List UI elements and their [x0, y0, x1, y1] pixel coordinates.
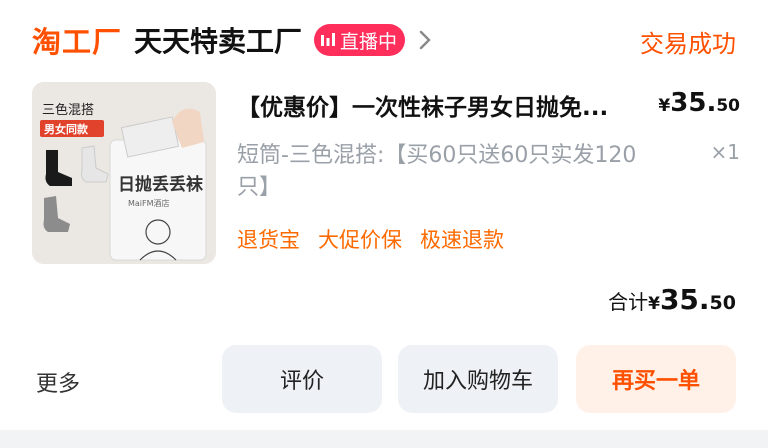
- store-name[interactable]: 天天特卖工厂: [134, 20, 302, 60]
- product-title[interactable]: 【优惠价】一次性袜子男女日抛免...: [237, 88, 657, 122]
- live-bars-icon: [321, 33, 336, 46]
- product-price: ¥35.50: [658, 88, 740, 118]
- service-tag[interactable]: 极速退款: [420, 224, 504, 254]
- product-sku: 短筒-三色混搭:【买60只送60只实发120只】: [237, 143, 637, 200]
- service-tag[interactable]: 退货宝: [237, 224, 300, 254]
- store-header[interactable]: 淘工厂 天天特卖工厂 直播中: [32, 18, 433, 62]
- order-total: 合计 ¥ 35. 50: [608, 283, 736, 316]
- store-brand-logo: 淘工厂: [32, 25, 123, 59]
- image-tag-text: 男女同款: [44, 122, 89, 136]
- order-status: 交易成功: [640, 30, 736, 58]
- image-pack-text: 日抛丢丢袜: [118, 174, 204, 195]
- live-badge[interactable]: 直播中: [314, 24, 406, 56]
- image-pack-small: MaiFM酒店: [128, 198, 170, 208]
- price-integer: 35.: [670, 88, 717, 118]
- product-image-graphic: 三色混搭 男女同款 日抛丢丢袜 MaiFM酒店: [32, 82, 216, 264]
- total-symbol: ¥: [648, 294, 660, 314]
- product-quantity: ×1: [710, 140, 740, 164]
- total-label: 合计: [608, 290, 649, 314]
- total-integer: 35.: [659, 283, 710, 316]
- total-decimal: 50: [709, 292, 736, 314]
- product-image[interactable]: 三色混搭 男女同款 日抛丢丢袜 MaiFM酒店: [32, 82, 216, 264]
- price-decimal: 50: [716, 96, 740, 116]
- add-to-cart-button[interactable]: 加入购物车: [398, 345, 558, 413]
- service-tag[interactable]: 大促价保: [318, 224, 402, 254]
- review-button[interactable]: 评价: [222, 345, 382, 413]
- image-banner-text: 三色混搭: [42, 102, 94, 118]
- live-badge-label: 直播中: [340, 30, 398, 53]
- service-tags: 退货宝 大促价保 极速退款: [237, 224, 504, 254]
- more-button[interactable]: 更多: [36, 366, 80, 398]
- order-card: 淘工厂 天天特卖工厂 直播中 交易成功 三色混搭 男女同款 日抛丢丢袜 MaiF…: [0, 0, 768, 430]
- rebuy-button[interactable]: 再买一单: [576, 345, 736, 413]
- divider-strip: [0, 430, 768, 448]
- price-symbol: ¥: [658, 96, 671, 116]
- chevron-right-icon[interactable]: [417, 28, 433, 52]
